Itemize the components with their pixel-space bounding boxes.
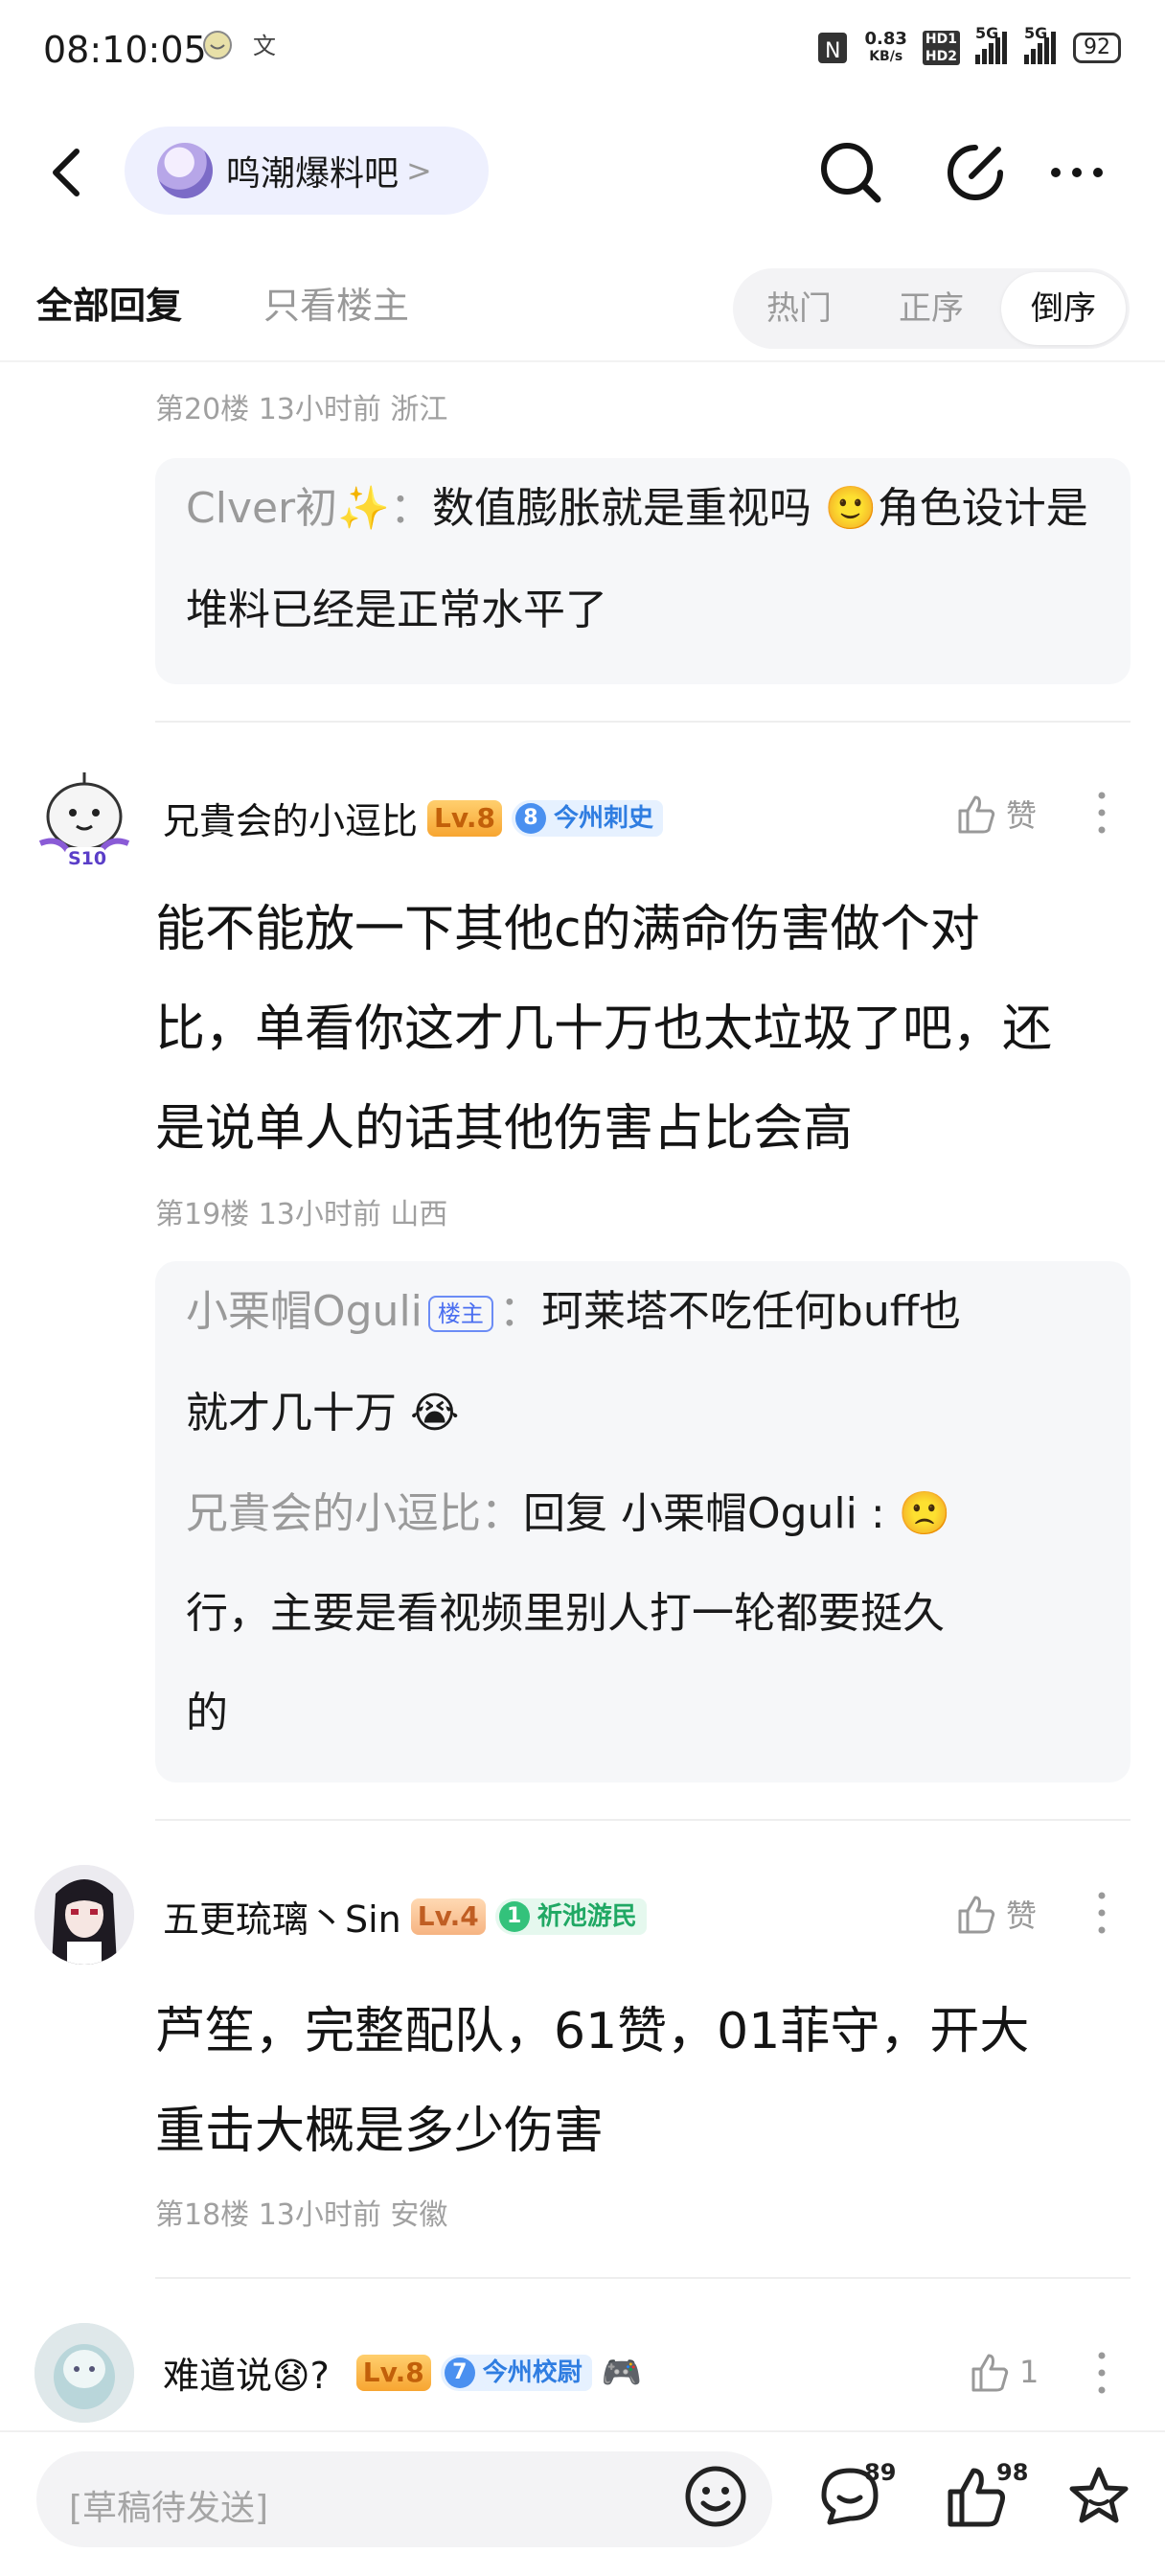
sub-reply-author[interactable]: 小栗帽Oguli	[186, 1287, 423, 1336]
favorite-button[interactable]	[1065, 2463, 1132, 2530]
more-button[interactable]	[1042, 134, 1119, 211]
post-line: 重击大概是多少伤害	[155, 2103, 605, 2160]
back-button[interactable]	[38, 134, 96, 211]
forum-chip[interactable]: 鸣潮爆料吧 >	[125, 126, 489, 215]
title-badge: 8 今州刺史	[511, 799, 663, 837]
post-more-button[interactable]	[1092, 1886, 1111, 1949]
thumbs-up-icon	[958, 795, 995, 834]
star-icon	[1069, 2467, 1129, 2523]
comment-count: 89	[864, 2459, 897, 2486]
sort-hot[interactable]: 热门	[733, 268, 865, 349]
search-icon	[821, 143, 881, 203]
battery-indicator: 92	[1073, 33, 1121, 63]
username[interactable]: 五更琉璃丶Sin	[163, 1890, 401, 1943]
floor-meta: 第20楼 13小时前 浙江	[155, 393, 448, 426]
post-divider	[155, 2277, 1131, 2279]
title-badge: 1 祈池游民	[494, 1898, 647, 1935]
emoji-icon	[685, 2466, 746, 2527]
post-body: 能不能放一下其他c的满命伤害做个对 比，单看你这才几十万也太垃圾了吧，还 是说单…	[155, 880, 1142, 1179]
tab-op-only[interactable]: 只看楼主	[263, 276, 409, 329]
thumbs-up-icon	[958, 1896, 995, 1934]
op-tag: 楼主	[427, 1296, 493, 1332]
sub-reply-author[interactable]: Clver初✨	[186, 484, 390, 533]
post-more-button[interactable]	[1092, 786, 1111, 849]
floor-meta: 第19楼 13小时前 山西	[155, 1198, 448, 1231]
svg-text:N: N	[825, 39, 840, 63]
username[interactable]: 兄貴会的小逗比	[163, 792, 418, 844]
username[interactable]: 难道说😧?	[163, 2346, 330, 2399]
signal-1-icon: 5G	[975, 24, 1009, 64]
post-body: 芦笙，完整配队，61赞，01菲守，开大 重击大概是多少伤害	[155, 1982, 1142, 2181]
like-count: 98	[996, 2459, 1029, 2486]
sub-reply-author[interactable]: 兄貴会的小逗比	[186, 1489, 481, 1538]
app-notification-icon: 文	[247, 29, 280, 68]
sub-reply-box[interactable]: Clver初✨：数值膨胀就是重视吗 🙂角色设计是堆料已经是正常水平了	[155, 458, 1131, 684]
tabs-divider	[0, 360, 1165, 362]
like-button[interactable]: 赞	[954, 792, 1037, 836]
chevron-right-icon: >	[406, 152, 432, 189]
emoji-button[interactable]	[682, 2463, 749, 2530]
user-avatar[interactable]	[34, 1865, 134, 1965]
forum-avatar	[157, 143, 213, 198]
tab-all-replies[interactable]: 全部回复	[36, 276, 182, 329]
sort-switch: 热门 正序 倒序	[733, 268, 1130, 349]
more-horizontal-icon	[1051, 168, 1103, 177]
notification-icon	[201, 29, 234, 68]
user-info-row: 兄貴会的小逗比 Lv.8 8 今州刺史	[163, 792, 663, 844]
status-bar: 08:10:05 文 N 0.83 KB/s HD1 HD2 5G 5G 92	[0, 0, 1165, 96]
sort-desc[interactable]: 倒序	[1001, 272, 1126, 345]
level-badge: Lv.8	[355, 2354, 431, 2391]
sub-reply-box[interactable]: 小栗帽Oguli 楼主 ：珂莱塔不吃任何buff也 就才几十万 😭 兄貴会的小逗比：…	[155, 1261, 1131, 1782]
user-avatar[interactable]: S10	[31, 767, 138, 874]
search-button[interactable]	[812, 134, 889, 211]
svg-text:S10: S10	[68, 848, 106, 869]
back-arrow-icon	[53, 149, 80, 196]
sub-reply: 兄貴会的小逗比：回复 小栗帽Oguli : 🙁 行，主要是看视频里别人打一轮都要…	[186, 1489, 951, 1737]
net-speed: 0.83 KB/s	[864, 29, 907, 65]
like-button[interactable]: 1	[968, 2350, 1039, 2394]
signal-2-icon: 5G	[1024, 24, 1058, 64]
status-right: N 0.83 KB/s HD1 HD2 5G 5G 92	[816, 24, 1121, 67]
more-vertical-icon	[1098, 792, 1106, 834]
reply-input-placeholder: [草稿待发送]	[69, 2489, 269, 2528]
sub-reply: 小栗帽Oguli 楼主 ：珂莱塔不吃任何buff也 就才几十万 😭	[186, 1287, 962, 1438]
post-line: 芦笙，完整配队，61赞，01菲守，开大	[155, 2003, 1030, 2060]
edit-icon	[948, 145, 1003, 200]
nfc-icon: N	[818, 33, 848, 63]
hd-indicator: HD1 HD2	[922, 31, 960, 65]
post-line: 能不能放一下其他c的满命伤害做个对	[155, 901, 980, 958]
forum-name: 鸣潮爆料吧	[226, 154, 400, 194]
post-divider	[155, 1819, 1131, 1821]
post-divider	[155, 721, 1131, 723]
svg-text:文: 文	[253, 33, 276, 59]
sub-reply: Clver初✨：数值膨胀就是重视吗 🙂角色设计是堆料已经是正常水平了	[186, 484, 1088, 634]
user-avatar[interactable]	[34, 2323, 134, 2423]
status-time: 08:10:05	[43, 29, 207, 71]
post-line: 是说单人的话其他伤害占比会高	[155, 1100, 854, 1158]
more-vertical-icon	[1098, 2352, 1106, 2394]
user-info-row: 难道说😧? Lv.8 7 今州校尉 🎮	[163, 2346, 642, 2399]
sort-asc[interactable]: 正序	[865, 268, 997, 349]
thumbs-up-icon	[971, 2354, 1009, 2392]
more-vertical-icon	[1098, 1892, 1106, 1934]
user-info-row: 五更琉璃丶Sin Lv.4 1 祈池游民	[163, 1890, 647, 1943]
like-button[interactable]: 赞	[954, 1892, 1037, 1936]
title-badge: 7 今州校尉	[440, 2354, 592, 2391]
floor-meta: 第18楼 13小时前 安徽	[155, 2198, 448, 2232]
edit-button[interactable]	[937, 134, 1014, 211]
level-badge: Lv.8	[427, 799, 502, 837]
user-emoji: 🎮	[601, 2353, 643, 2392]
level-badge: Lv.4	[410, 1898, 486, 1935]
post-line: 比，单看你这才几十万也太垃圾了吧，还	[155, 1000, 1053, 1058]
post-more-button[interactable]	[1092, 2346, 1111, 2409]
